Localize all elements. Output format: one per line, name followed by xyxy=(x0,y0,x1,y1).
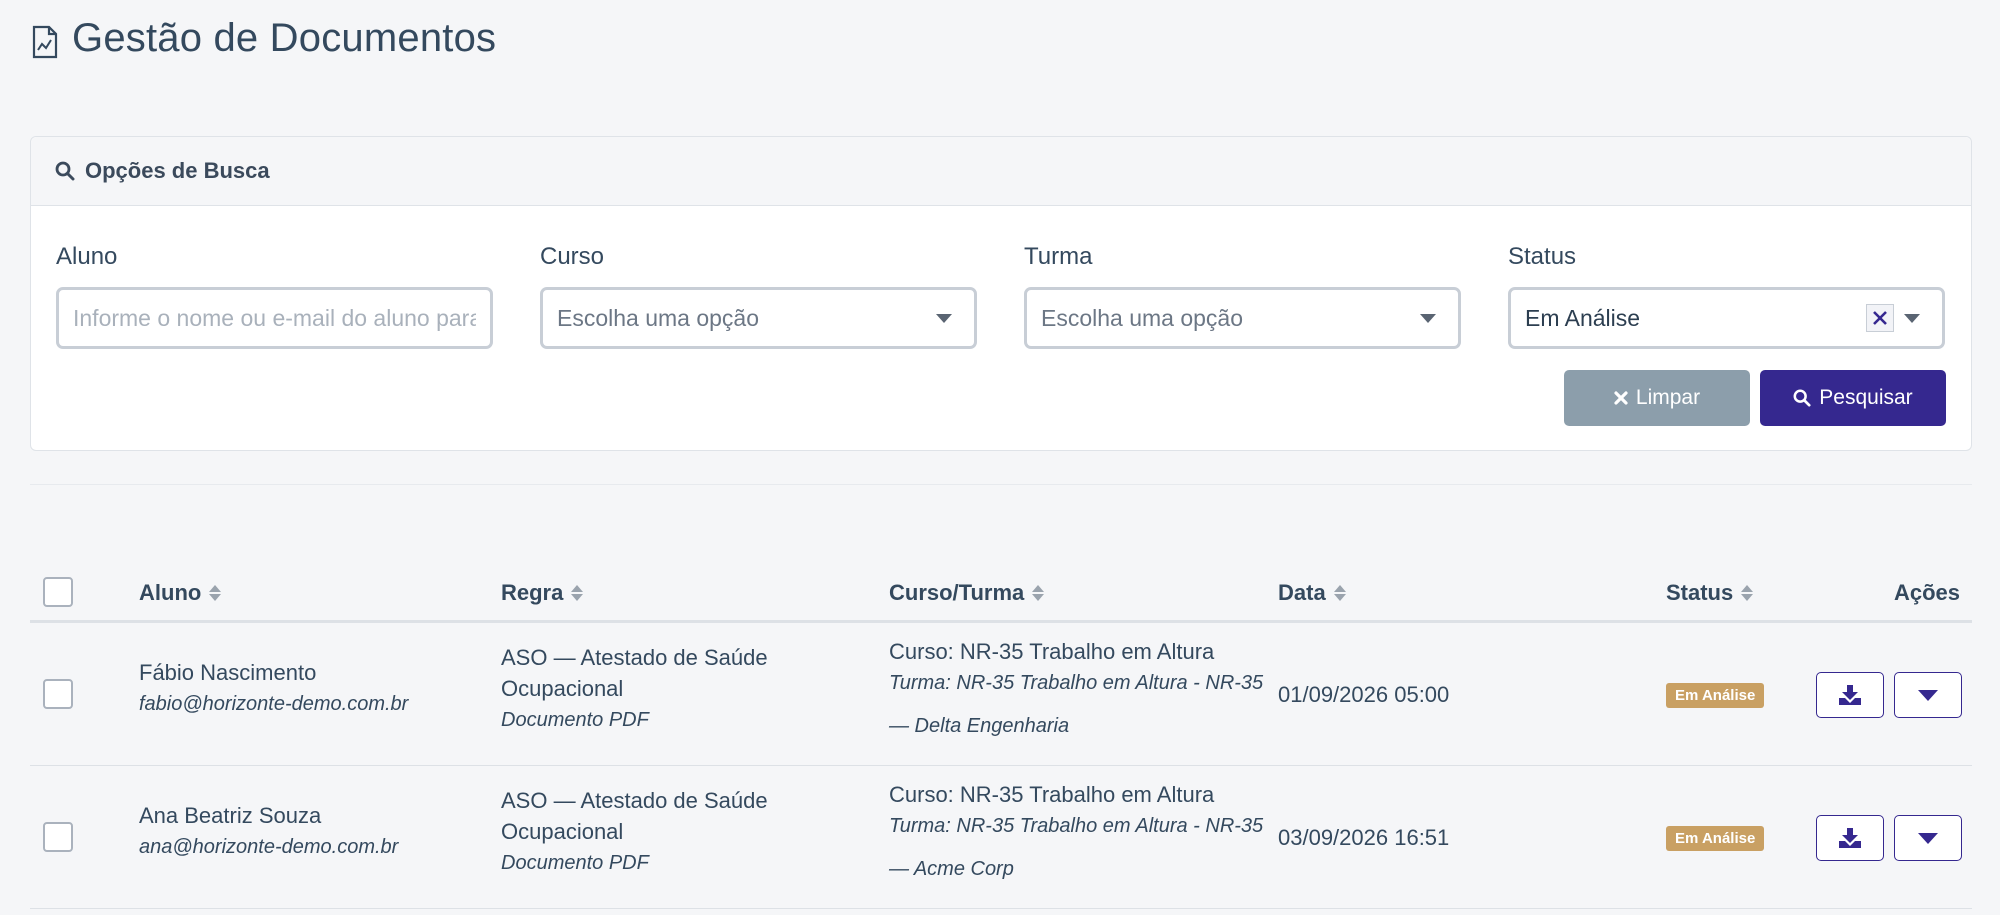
cell-curso-turma: Curso: NR-35 Trabalho em Altura Turma: N… xyxy=(889,779,1263,896)
clear-button[interactable]: Limpar xyxy=(1564,370,1750,426)
section-divider xyxy=(30,484,1972,485)
column-curso-turma-label: Curso/Turma xyxy=(889,580,1025,605)
column-header-aluno[interactable]: Aluno xyxy=(139,580,222,606)
column-data-label: Data xyxy=(1278,580,1326,605)
sort-icon xyxy=(1333,585,1346,601)
cell-regra: ASO — Atestado de Saúde Ocupacional Docu… xyxy=(501,642,768,737)
column-header-data[interactable]: Data xyxy=(1278,580,1346,606)
table-row: Fábio Nascimento fabio@horizonte-demo.co… xyxy=(30,623,1972,766)
student-email: ana@horizonte-demo.com.br xyxy=(139,836,399,858)
rule-name-line2: Ocupacional xyxy=(501,676,624,701)
course-name: Curso: NR-35 Trabalho em Altura xyxy=(889,782,1215,807)
student-email: fabio@horizonte-demo.com.br xyxy=(139,693,409,715)
actions-dropdown-button[interactable] xyxy=(1894,815,1962,861)
status-badge: Em Análise xyxy=(1666,683,1765,708)
curso-select[interactable]: Escolha uma opção xyxy=(540,287,977,349)
cell-aluno: Fábio Nascimento fabio@horizonte-demo.co… xyxy=(139,657,408,721)
status-select[interactable]: Em Análise xyxy=(1508,287,1945,349)
download-icon xyxy=(1839,828,1861,848)
row-checkbox[interactable] xyxy=(43,679,73,709)
page-title: Gestão de Documentos xyxy=(72,16,497,60)
download-button[interactable] xyxy=(1816,815,1884,861)
column-header-status[interactable]: Status xyxy=(1666,580,1754,606)
clear-button-label: Limpar xyxy=(1635,386,1701,409)
search-icon xyxy=(55,161,75,181)
download-icon xyxy=(1839,685,1861,705)
curso-select-placeholder: Escolha uma opção xyxy=(557,304,760,331)
aluno-label: Aluno xyxy=(56,243,118,270)
cell-data: 01/09/2026 05:00 xyxy=(1278,679,1449,710)
sort-icon xyxy=(209,585,222,601)
page-header: Gestão de Documentos xyxy=(32,16,496,61)
caret-down-icon xyxy=(1918,832,1938,844)
chevron-down-icon xyxy=(1904,314,1920,323)
filter-status: Status Em Análise xyxy=(1508,243,1945,349)
column-acoes-label: Ações xyxy=(1893,580,1960,605)
class-name-line1: Turma: NR-35 Trabalho em Altura - NR-35 xyxy=(889,672,1264,694)
rule-name-line2: Ocupacional xyxy=(501,819,624,844)
status-select-value: Em Análise xyxy=(1525,304,1641,331)
sort-icon xyxy=(1032,585,1045,601)
cell-data: 03/09/2026 16:51 xyxy=(1278,822,1449,853)
rule-document-type: Documento PDF xyxy=(501,852,649,874)
rule-name-line1: ASO — Atestado de Saúde xyxy=(501,645,768,670)
submission-date: 03/09/2026 16:51 xyxy=(1278,825,1450,850)
clear-selection-icon[interactable] xyxy=(1866,304,1894,332)
class-name-line1: Turma: NR-35 Trabalho em Altura - NR-35 xyxy=(889,815,1264,837)
student-name: Fábio Nascimento xyxy=(139,660,317,685)
documents-table: Aluno Regra Curso/Turma Data Status Açõe… xyxy=(30,570,1972,909)
cell-aluno: Ana Beatriz Souza ana@horizonte-demo.com… xyxy=(139,800,398,864)
student-name: Ana Beatriz Souza xyxy=(139,803,322,828)
table-header: Aluno Regra Curso/Turma Data Status Açõe… xyxy=(30,570,1972,623)
column-header-regra[interactable]: Regra xyxy=(501,580,584,606)
column-aluno-label: Aluno xyxy=(139,580,202,605)
status-label: Status xyxy=(1508,243,1577,270)
rule-name-line1: ASO — Atestado de Saúde xyxy=(501,788,768,813)
chevron-down-icon xyxy=(1420,314,1436,323)
caret-down-icon xyxy=(1918,689,1938,701)
search-button[interactable]: Pesquisar xyxy=(1760,370,1946,426)
select-all-checkbox[interactable] xyxy=(43,577,73,607)
sort-icon xyxy=(1741,585,1754,601)
search-icon xyxy=(1793,389,1811,407)
chevron-down-icon xyxy=(936,314,952,323)
column-status-label: Status xyxy=(1666,580,1734,605)
search-options-panel: Opções de Busca Aluno Curso Escolha uma … xyxy=(30,136,1972,451)
search-panel-title: Opções de Busca xyxy=(85,158,270,183)
filter-turma: Turma Escolha uma opção xyxy=(1024,243,1461,349)
aluno-search-input[interactable] xyxy=(73,304,476,332)
cell-curso-turma: Curso: NR-35 Trabalho em Altura Turma: N… xyxy=(889,636,1263,753)
aluno-field xyxy=(56,287,493,349)
search-button-label: Pesquisar xyxy=(1819,386,1913,409)
column-header-curso-turma[interactable]: Curso/Turma xyxy=(889,580,1045,606)
filter-curso: Curso Escolha uma opção xyxy=(540,243,977,349)
class-name-line2: — Delta Engenharia xyxy=(889,715,1070,737)
table-body: Fábio Nascimento fabio@horizonte-demo.co… xyxy=(30,623,1972,909)
class-name-line2: — Acme Corp xyxy=(889,858,1014,880)
table-row: Ana Beatriz Souza ana@horizonte-demo.com… xyxy=(30,766,1972,909)
filter-aluno: Aluno xyxy=(56,243,493,349)
sort-icon xyxy=(571,585,584,601)
actions-dropdown-button[interactable] xyxy=(1894,672,1962,718)
close-icon xyxy=(1614,391,1628,405)
turma-select[interactable]: Escolha uma opção xyxy=(1024,287,1461,349)
turma-select-placeholder: Escolha uma opção xyxy=(1041,304,1244,331)
column-regra-label: Regra xyxy=(501,580,564,605)
document-chart-icon xyxy=(32,25,58,58)
row-checkbox[interactable] xyxy=(43,822,73,852)
turma-label: Turma xyxy=(1024,243,1093,270)
status-badge: Em Análise xyxy=(1666,826,1765,851)
download-button[interactable] xyxy=(1816,672,1884,718)
submission-date: 01/09/2026 05:00 xyxy=(1278,682,1450,707)
course-name: Curso: NR-35 Trabalho em Altura xyxy=(889,639,1215,664)
column-header-acoes: Ações xyxy=(1894,580,1960,606)
cell-regra: ASO — Atestado de Saúde Ocupacional Docu… xyxy=(501,785,768,880)
rule-document-type: Documento PDF xyxy=(501,709,649,731)
search-panel-header: Opções de Busca xyxy=(31,137,1971,206)
curso-label: Curso xyxy=(540,243,605,270)
